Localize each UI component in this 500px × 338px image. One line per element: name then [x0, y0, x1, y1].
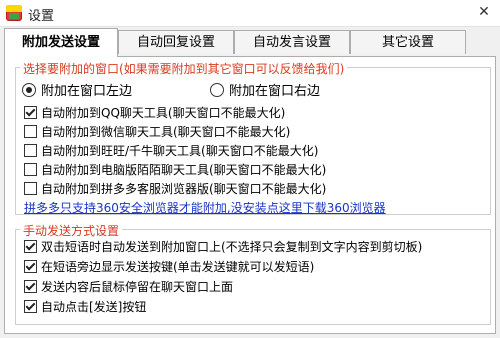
checkbox-pinduoduo[interactable]: 自动附加到拼多多客服浏览器版(聊天窗口不能最大化): [24, 181, 326, 198]
checkbox-auto-click-send-label: 自动点击[发送]按钮: [41, 300, 147, 314]
checkbox-show-send-button-box[interactable]: [24, 260, 37, 273]
tab-auto-speak[interactable]: 自动发言设置: [234, 30, 350, 54]
checkbox-show-send-button-label: 在短语旁边显示发送按键(单击发送键就可以发短语): [41, 260, 315, 274]
tab-attach-send[interactable]: 附加发送设置: [4, 28, 118, 57]
checkbox-wangwang-label: 自动附加到旺旺/千牛聊天工具(聊天窗口不能最大化): [41, 144, 319, 158]
checkbox-qq-label: 自动附加到QQ聊天工具(聊天窗口不能最大化): [41, 106, 286, 120]
tab-other-settings[interactable]: 其它设置: [350, 30, 466, 54]
download-360-browser-link[interactable]: 拼多多只支持360安全浏览器才能附加,没安装点这里下载360浏览器: [24, 200, 386, 216]
radio-right-indicator[interactable]: [210, 83, 224, 97]
checkbox-wangwang-box[interactable]: [24, 144, 37, 157]
app-logo-icon: [6, 5, 22, 21]
tab-bar: 附加发送设置 自动回复设置 自动发言设置 其它设置: [0, 28, 500, 57]
radio-left-indicator[interactable]: [22, 83, 36, 97]
checkbox-double-click-send-label: 双击短语时自动发送到附加窗口上(不选择只会复制到文字内容到剪切板): [41, 240, 423, 254]
checkbox-wechat[interactable]: 自动附加到微信聊天工具(聊天窗口不能最大化): [24, 124, 290, 141]
radio-attach-left[interactable]: 附加在窗口左边: [22, 83, 132, 101]
checkbox-mouse-stay[interactable]: 发送内容后鼠标停留在聊天窗口上面: [24, 279, 233, 296]
checkbox-pinduoduo-box[interactable]: [24, 182, 37, 195]
checkbox-momo-box[interactable]: [24, 163, 37, 176]
send-group-label: 手动发送方式设置: [20, 222, 123, 239]
checkbox-double-click-send[interactable]: 双击短语时自动发送到附加窗口上(不选择只会复制到文字内容到剪切板): [24, 239, 422, 256]
radio-left-label: 附加在窗口左边: [41, 84, 133, 99]
checkbox-pinduoduo-label: 自动附加到拼多多客服浏览器版(聊天窗口不能最大化): [41, 182, 327, 196]
attach-group-label: 选择要附加的窗口(如果需要附加到其它窗口可以反馈给我们): [20, 60, 348, 77]
attach-window-group: 选择要附加的窗口(如果需要附加到其它窗口可以反馈给我们) 附加在窗口左边 附加在…: [15, 60, 491, 216]
checkbox-auto-click-send-box[interactable]: [24, 300, 37, 313]
close-button[interactable]: ✕: [474, 2, 494, 22]
radio-right-label: 附加在窗口右边: [229, 84, 321, 99]
title-bar: 设置 ✕: [0, 0, 500, 27]
checkbox-mouse-stay-box[interactable]: [24, 280, 37, 293]
checkbox-double-click-send-box[interactable]: [24, 240, 37, 253]
checkbox-qq[interactable]: 自动附加到QQ聊天工具(聊天窗口不能最大化): [24, 105, 285, 122]
radio-attach-right[interactable]: 附加在窗口右边: [210, 83, 320, 101]
checkbox-mouse-stay-label: 发送内容后鼠标停留在聊天窗口上面: [41, 280, 234, 294]
checkbox-wechat-box[interactable]: [24, 125, 37, 138]
checkbox-wechat-label: 自动附加到微信聊天工具(聊天窗口不能最大化): [41, 125, 291, 139]
tab-auto-reply[interactable]: 自动回复设置: [118, 30, 234, 54]
manual-send-group: 手动发送方式设置 双击短语时自动发送到附加窗口上(不选择只会复制到文字内容到剪切…: [15, 222, 491, 325]
checkbox-momo-label: 自动附加到电脑版陌陌聊天工具(聊天窗口不能最大化): [41, 163, 327, 177]
checkbox-momo[interactable]: 自动附加到电脑版陌陌聊天工具(聊天窗口不能最大化): [24, 162, 326, 179]
window-title: 设置: [28, 9, 55, 24]
checkbox-auto-click-send[interactable]: 自动点击[发送]按钮: [24, 299, 146, 316]
settings-panel: 选择要附加的窗口(如果需要附加到其它窗口可以反馈给我们) 附加在窗口左边 附加在…: [4, 56, 496, 334]
checkbox-wangwang[interactable]: 自动附加到旺旺/千牛聊天工具(聊天窗口不能最大化): [24, 143, 318, 160]
checkbox-show-send-button[interactable]: 在短语旁边显示发送按键(单击发送键就可以发短语): [24, 259, 314, 276]
checkbox-qq-box[interactable]: [24, 106, 37, 119]
